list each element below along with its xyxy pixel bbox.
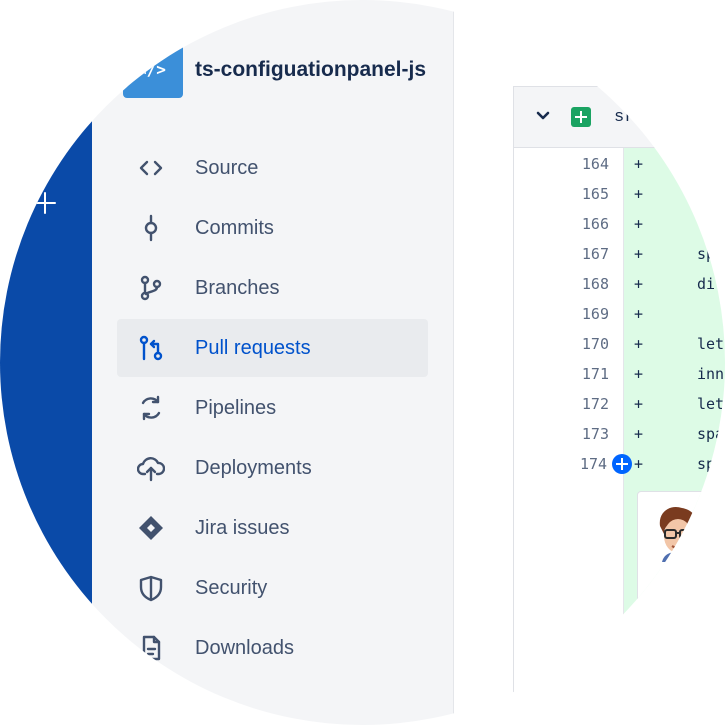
diff-line: 168 + di xyxy=(514,269,725,299)
sidebar-item-jira-issues[interactable]: Jira issues xyxy=(117,499,428,557)
sidebar-item-security[interactable]: Security xyxy=(117,559,428,617)
chevron-down-icon[interactable] xyxy=(534,107,552,125)
sidebar-item-commits[interactable]: Commits xyxy=(117,199,428,257)
code-text: di xyxy=(697,275,716,293)
global-navigation xyxy=(0,0,92,725)
line-number: 166 xyxy=(581,215,609,233)
diff-sign: + xyxy=(634,155,644,173)
sidebar-item-branches[interactable]: Branches xyxy=(117,259,428,317)
sidebar-item-label: Downloads xyxy=(195,637,294,659)
diff-line: 171 + inn xyxy=(514,359,725,389)
code-text: sp xyxy=(697,455,716,473)
diff-line: 166 + xyxy=(514,209,725,239)
shield-icon xyxy=(139,575,163,602)
pipelines-icon xyxy=(141,395,161,421)
screenshot: </> ts-configuationpanel-js Source Commi… xyxy=(0,0,725,725)
sidebar-item-label: Deployments xyxy=(195,457,312,479)
code-text: sp xyxy=(697,245,716,263)
line-number: 164 xyxy=(581,155,609,173)
sidebar-item-label: Security xyxy=(195,577,268,599)
line-number: 170 xyxy=(581,335,609,353)
create-plus-icon[interactable] xyxy=(32,190,58,216)
sidebar-item-label: Pull requests xyxy=(195,337,311,359)
repository-avatar-glyph: </> xyxy=(137,60,166,79)
jira-icon xyxy=(139,516,163,540)
diff-sign: + xyxy=(634,395,644,413)
diff-sign: + xyxy=(634,275,644,293)
line-number: 169 xyxy=(581,305,609,323)
sidebar-item-downloads[interactable]: Downloads xyxy=(117,619,428,677)
diff-line: 170 + let xyxy=(514,329,725,359)
diff-line: 167 + sp xyxy=(514,239,725,269)
diff-panel: sr 164 + 165 + 166 + 167 + sp 168 + di 1… xyxy=(513,86,725,708)
diff-line: 164 + xyxy=(514,149,725,179)
sidebar-item-label: Branches xyxy=(195,277,280,299)
diff-sign: + xyxy=(634,425,644,443)
diff-sign: + xyxy=(634,305,644,323)
diff-line: 173 + spa xyxy=(514,419,725,449)
repository-avatar[interactable]: </> xyxy=(123,42,183,98)
line-number: 171 xyxy=(581,365,609,383)
diff-sign: + xyxy=(634,245,644,263)
download-file-icon xyxy=(142,635,161,661)
commit-icon xyxy=(144,214,158,242)
pull-request-icon xyxy=(139,335,163,361)
line-number: 172 xyxy=(581,395,609,413)
diff-line: 174 + sp xyxy=(514,449,725,479)
code-icon xyxy=(139,160,163,176)
branch-icon xyxy=(140,275,162,301)
diff-file-name[interactable]: sr xyxy=(614,108,634,127)
diff-line: 172 + let xyxy=(514,389,725,419)
line-number: 167 xyxy=(581,245,609,263)
sidebar-item-label: Pipelines xyxy=(195,397,277,419)
diff-sign: + xyxy=(634,365,644,383)
diff-line: 169 + xyxy=(514,299,725,329)
inline-comment xyxy=(637,491,725,613)
line-number: 173 xyxy=(581,425,609,443)
cloud-upload-icon xyxy=(137,457,165,482)
sidebar-item-label: Source xyxy=(195,157,259,179)
diff-line: 165 + xyxy=(514,179,725,209)
sidebar-item-deployments[interactable]: Deployments xyxy=(117,439,428,497)
diff-sign: + xyxy=(634,455,644,473)
code-text: spa xyxy=(697,425,725,443)
diff-sign: + xyxy=(634,335,644,353)
line-number: 165 xyxy=(581,185,609,203)
sidebar-item-source[interactable]: Source xyxy=(117,139,428,197)
diff-sign: + xyxy=(634,215,644,233)
repository-name[interactable]: ts-configuationpanel-js xyxy=(195,58,426,82)
add-comment-icon[interactable] xyxy=(612,454,632,474)
code-text: let xyxy=(697,335,725,353)
sidebar-item-label: Commits xyxy=(195,217,274,239)
sidebar-item-label: Jira issues xyxy=(195,517,290,539)
sidebar-item-pipelines[interactable]: Pipelines xyxy=(117,379,428,437)
sidebar-item-pull-requests[interactable]: Pull requests xyxy=(117,319,428,377)
diff-sign: + xyxy=(634,185,644,203)
avatar xyxy=(659,506,698,562)
diff-file-header[interactable]: sr xyxy=(514,87,725,148)
file-added-icon xyxy=(571,107,591,127)
code-text: let xyxy=(697,395,725,413)
code-text: inn xyxy=(697,365,725,383)
circular-crop: </> ts-configuationpanel-js Source Commi… xyxy=(0,0,725,725)
line-number: 168 xyxy=(581,275,609,293)
